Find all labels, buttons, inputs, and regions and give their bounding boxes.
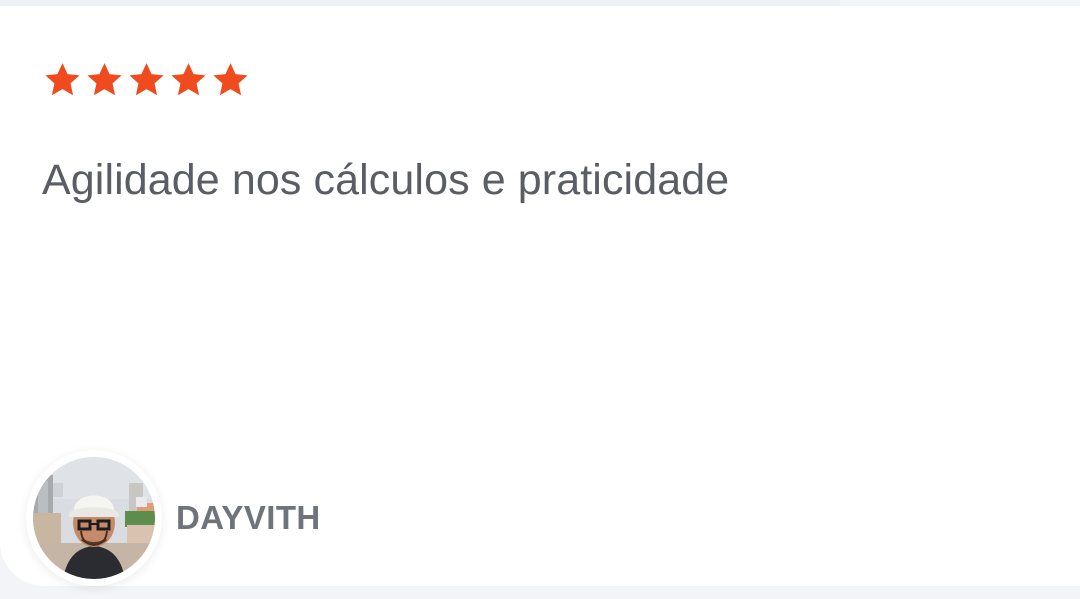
rating-stars <box>42 60 251 101</box>
star-icon <box>171 63 206 96</box>
avatar-frame <box>26 450 162 586</box>
avatar <box>33 457 155 579</box>
author: DAYVITH <box>26 450 321 586</box>
review-page: Agilidade nos cálculos e praticidade DAY… <box>0 0 1080 599</box>
star-icon <box>213 63 248 96</box>
star-icon <box>129 63 164 96</box>
review-card: Agilidade nos cálculos e praticidade DAY… <box>0 6 1080 586</box>
author-name: DAYVITH <box>176 499 321 536</box>
star-icon <box>87 63 122 96</box>
star-icon <box>45 63 80 96</box>
review-text: Agilidade nos cálculos e praticidade <box>42 156 730 204</box>
